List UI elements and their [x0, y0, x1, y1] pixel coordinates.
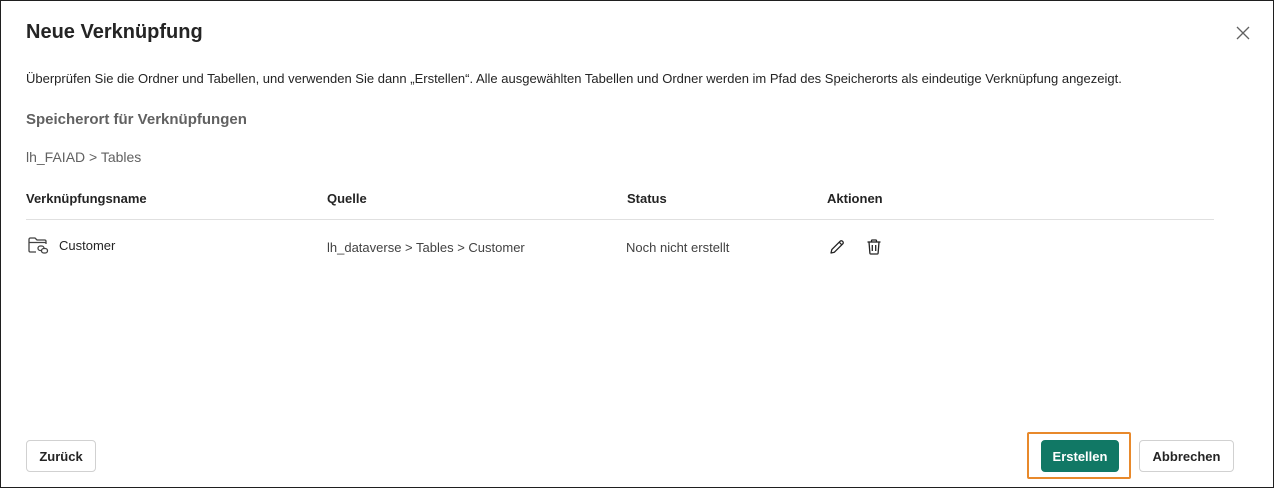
- shortcut-source: lh_dataverse > Tables > Customer: [327, 240, 525, 255]
- column-header-source: Quelle: [327, 191, 367, 206]
- breadcrumb: lh_FAIAD > Tables: [26, 149, 142, 165]
- dialog-description: Überprüfen Sie die Ordner und Tabellen, …: [26, 71, 1122, 86]
- dialog-title: Neue Verknüpfung: [26, 21, 203, 43]
- column-header-name: Verknüpfungsname: [26, 191, 147, 206]
- folder-link-icon: [28, 237, 49, 254]
- close-icon: [1236, 26, 1250, 40]
- column-header-actions: Aktionen: [827, 191, 883, 206]
- shortcut-name: Customer: [59, 237, 116, 253]
- table-row: Customer lh_dataverse > Tables > Custome…: [26, 221, 1214, 273]
- delete-icon: [867, 239, 881, 255]
- back-button[interactable]: Zurück: [26, 440, 96, 472]
- table-header: Verknüpfungsname Quelle Status Aktionen: [26, 182, 1214, 220]
- edit-button[interactable]: [826, 236, 848, 258]
- section-heading: Speicherort für Verknüpfungen: [26, 111, 247, 128]
- shortcut-status: Noch nicht erstellt: [626, 240, 730, 255]
- column-header-status: Status: [627, 191, 667, 206]
- new-shortcut-dialog: Neue Verknüpfung Überprüfen Sie die Ordn…: [0, 0, 1274, 488]
- cancel-button[interactable]: Abbrechen: [1139, 440, 1234, 472]
- edit-icon: [830, 240, 844, 254]
- delete-button[interactable]: [863, 236, 885, 258]
- row-actions: [826, 236, 885, 258]
- close-button[interactable]: [1233, 23, 1253, 43]
- create-button[interactable]: Erstellen: [1041, 440, 1119, 472]
- shortcut-name-cell: Customer: [26, 233, 115, 257]
